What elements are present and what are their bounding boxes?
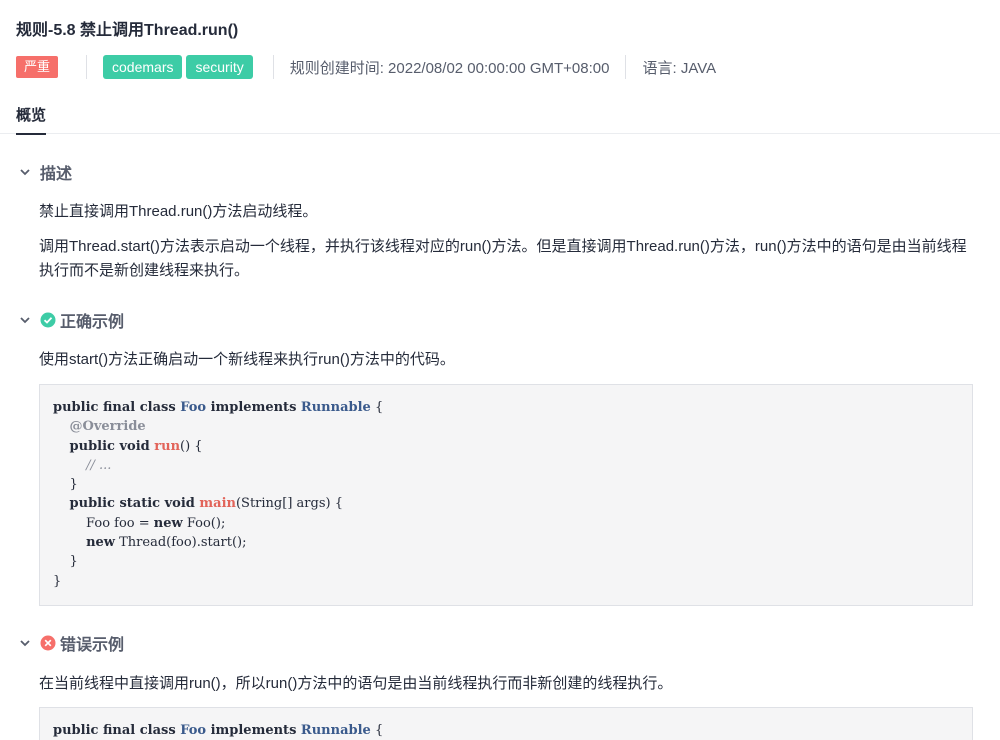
section-title: 正确示例 <box>60 314 125 331</box>
divider <box>86 55 88 79</box>
code-block-correct: public final class Foo implements Runnab… <box>39 384 973 606</box>
section-title: 错误示例 <box>60 637 125 654</box>
section-title: 描述 <box>40 166 73 183</box>
language: 语言: JAVA <box>642 59 717 77</box>
correct-description: 使用start()方法正确启动一个新线程来执行run()方法中的代码。 <box>39 351 455 368</box>
tag-codemars[interactable]: codemars <box>103 55 183 79</box>
section-description-header[interactable]: 描述 <box>18 160 72 184</box>
rule-title: 规则-5.8 禁止调用Thread.run() <box>16 22 239 39</box>
severity-badge: 严重 <box>16 56 59 78</box>
description-detail: 调用Thread.start()方法表示启动一个线程，并执行该线程对应的run(… <box>39 238 967 279</box>
tab-overview[interactable]: 概览 <box>16 104 47 135</box>
section-correct-header[interactable]: 正确示例 <box>18 308 124 332</box>
error-circle-icon <box>40 635 56 651</box>
check-circle-icon <box>40 312 56 328</box>
tab-bar: 概览 <box>0 96 1000 135</box>
rule-meta-bar: 严重 codemars security 规则创建时间: 2022/08/02 … <box>16 54 716 80</box>
tag-security[interactable]: security <box>186 55 253 79</box>
created-time: 规则创建时间: 2022/08/02 00:00:00 GMT+08:00 <box>289 59 610 77</box>
chevron-down-icon <box>20 640 30 647</box>
divider <box>272 55 274 79</box>
divider <box>625 55 627 79</box>
section-wrong-header[interactable]: 错误示例 <box>18 631 124 655</box>
chevron-down-icon <box>20 169 30 176</box>
description-text: 禁止直接调用Thread.run()方法启动线程。 <box>39 203 318 220</box>
wrong-description: 在当前线程中直接调用run()，所以run()方法中的语句是由当前线程执行而非新… <box>39 675 673 692</box>
code-block-wrong: public final class Foo implements Runnab… <box>39 707 973 740</box>
chevron-down-icon <box>20 317 30 324</box>
